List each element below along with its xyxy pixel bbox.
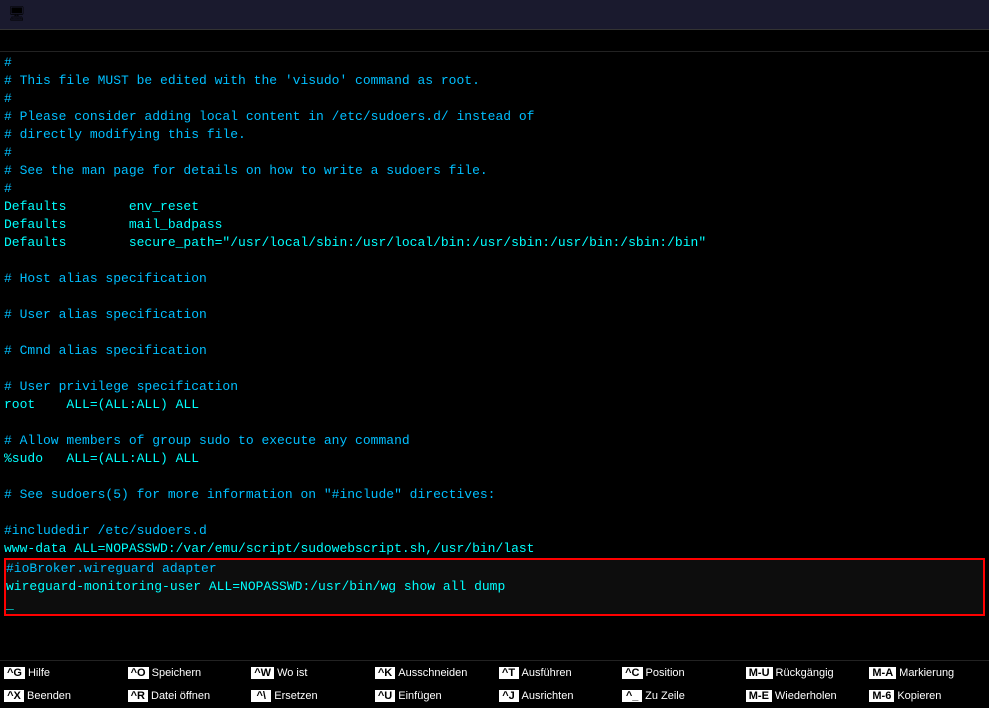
footer-key: ^W: [251, 667, 274, 679]
footer-key: M-E: [746, 690, 772, 702]
footer-label: Wo ist: [277, 667, 307, 679]
footer-item: M-6Kopieren: [865, 685, 989, 708]
footer-item: ^RDatei öffnen: [124, 685, 248, 708]
footer-item: M-AMarkierung: [865, 661, 989, 685]
footer-label: Rückgängig: [776, 667, 834, 679]
minimize-button[interactable]: [893, 4, 921, 26]
titlebar: 🖥: [0, 0, 989, 30]
editor-line: [4, 414, 985, 432]
footer-key: ^X: [4, 690, 24, 702]
titlebar-left: 🖥: [8, 6, 32, 23]
footer-item: ^OSpeichern: [124, 661, 248, 685]
footer-item: ^C Position: [618, 661, 742, 685]
editor-line: [4, 504, 985, 522]
editor-line: [4, 324, 985, 342]
footer-item: ^UEinfügen: [371, 685, 495, 708]
footer-label: Ersetzen: [274, 690, 317, 702]
titlebar-controls: [893, 4, 981, 26]
footer-item: ^XBeenden: [0, 685, 124, 708]
editor-line: root ALL=(ALL:ALL) ALL: [4, 396, 985, 414]
close-button[interactable]: [953, 4, 981, 26]
footer-key: ^\: [251, 690, 271, 702]
editor-line: Defaults mail_badpass: [4, 216, 985, 234]
footer-label: Datei öffnen: [151, 690, 210, 702]
footer-item: ^TAusführen: [495, 661, 619, 685]
editor-line: # Host alias specification: [4, 270, 985, 288]
footer-key: M-A: [869, 667, 896, 679]
footer-label: Zu Zeile: [645, 690, 685, 702]
footer-label: Kopieren: [897, 690, 941, 702]
footer-item: M-EWiederholen: [742, 685, 866, 708]
editor-line: # See sudoers(5) for more information on…: [4, 486, 985, 504]
footer-key: ^C: [622, 667, 642, 679]
footer-key: ^O: [128, 667, 149, 679]
editor-line: [4, 468, 985, 486]
footer-label: Wiederholen: [775, 690, 837, 702]
nano-footer: ^GHilfe^OSpeichern^WWo ist^KAusschneiden…: [0, 660, 989, 708]
highlighted-line: #ioBroker.wireguard adapter: [6, 560, 983, 578]
footer-item: ^GHilfe: [0, 661, 124, 685]
editor-line: www-data ALL=NOPASSWD:/var/emu/script/su…: [4, 540, 985, 558]
footer-label: Ausführen: [522, 667, 572, 679]
editor-line: # User alias specification: [4, 306, 985, 324]
footer-item: M-URückgängig: [742, 661, 866, 685]
footer-label: Ausrichten: [522, 690, 574, 702]
editor-line: %sudo ALL=(ALL:ALL) ALL: [4, 450, 985, 468]
editor-line: # directly modifying this file.: [4, 126, 985, 144]
editor-line: # Please consider adding local content i…: [4, 108, 985, 126]
footer-key: ^K: [375, 667, 395, 679]
editor-line: #: [4, 90, 985, 108]
editor-line: # See the man page for details on how to…: [4, 162, 985, 180]
footer-item: ^WWo ist: [247, 661, 371, 685]
footer-item: ^_Zu Zeile: [618, 685, 742, 708]
maximize-button[interactable]: [923, 4, 951, 26]
editor-line: Defaults env_reset: [4, 198, 985, 216]
highlighted-block: #ioBroker.wireguard adapter wireguard-mo…: [4, 558, 985, 616]
footer-key: ^R: [128, 690, 148, 702]
footer-item: ^\Ersetzen: [247, 685, 371, 708]
editor-line: # Cmnd alias specification: [4, 342, 985, 360]
editor-line: #: [4, 180, 985, 198]
footer-key: ^G: [4, 667, 25, 679]
editor-line: #: [4, 144, 985, 162]
footer-label: Speichern: [152, 667, 202, 679]
titlebar-icon: 🖥: [8, 6, 26, 23]
editor-area[interactable]: # # This file MUST be edited with the 'v…: [0, 52, 989, 660]
footer-item: ^KAusschneiden: [371, 661, 495, 685]
editor-line: #includedir /etc/sudoers.d: [4, 522, 985, 540]
footer-label: Hilfe: [28, 667, 50, 679]
editor-line: # Allow members of group sudo to execute…: [4, 432, 985, 450]
editor-line: [4, 252, 985, 270]
footer-label: Markierung: [899, 667, 954, 679]
editor-line: #: [4, 54, 985, 72]
footer-key: ^T: [499, 667, 519, 679]
footer-item: ^JAusrichten: [495, 685, 619, 708]
footer-label: Einfügen: [398, 690, 441, 702]
footer-label: Ausschneiden: [398, 667, 467, 679]
editor-line: # This file MUST be edited with the 'vis…: [4, 72, 985, 90]
footer-key: M-U: [746, 667, 773, 679]
editor-line: # User privilege specification: [4, 378, 985, 396]
cursor-line: _: [6, 596, 983, 614]
footer-label: Position: [646, 667, 685, 679]
nano-header: [0, 30, 989, 52]
footer-key: M-6: [869, 690, 894, 702]
editor-line: [4, 288, 985, 306]
editor-line: [4, 360, 985, 378]
editor-line: Defaults secure_path="/usr/local/sbin:/u…: [4, 234, 985, 252]
footer-key: ^J: [499, 690, 519, 702]
footer-key: ^_: [622, 690, 642, 702]
footer-label: Beenden: [27, 690, 71, 702]
highlighted-line: wireguard-monitoring-user ALL=NOPASSWD:/…: [6, 578, 983, 596]
footer-key: ^U: [375, 690, 395, 702]
